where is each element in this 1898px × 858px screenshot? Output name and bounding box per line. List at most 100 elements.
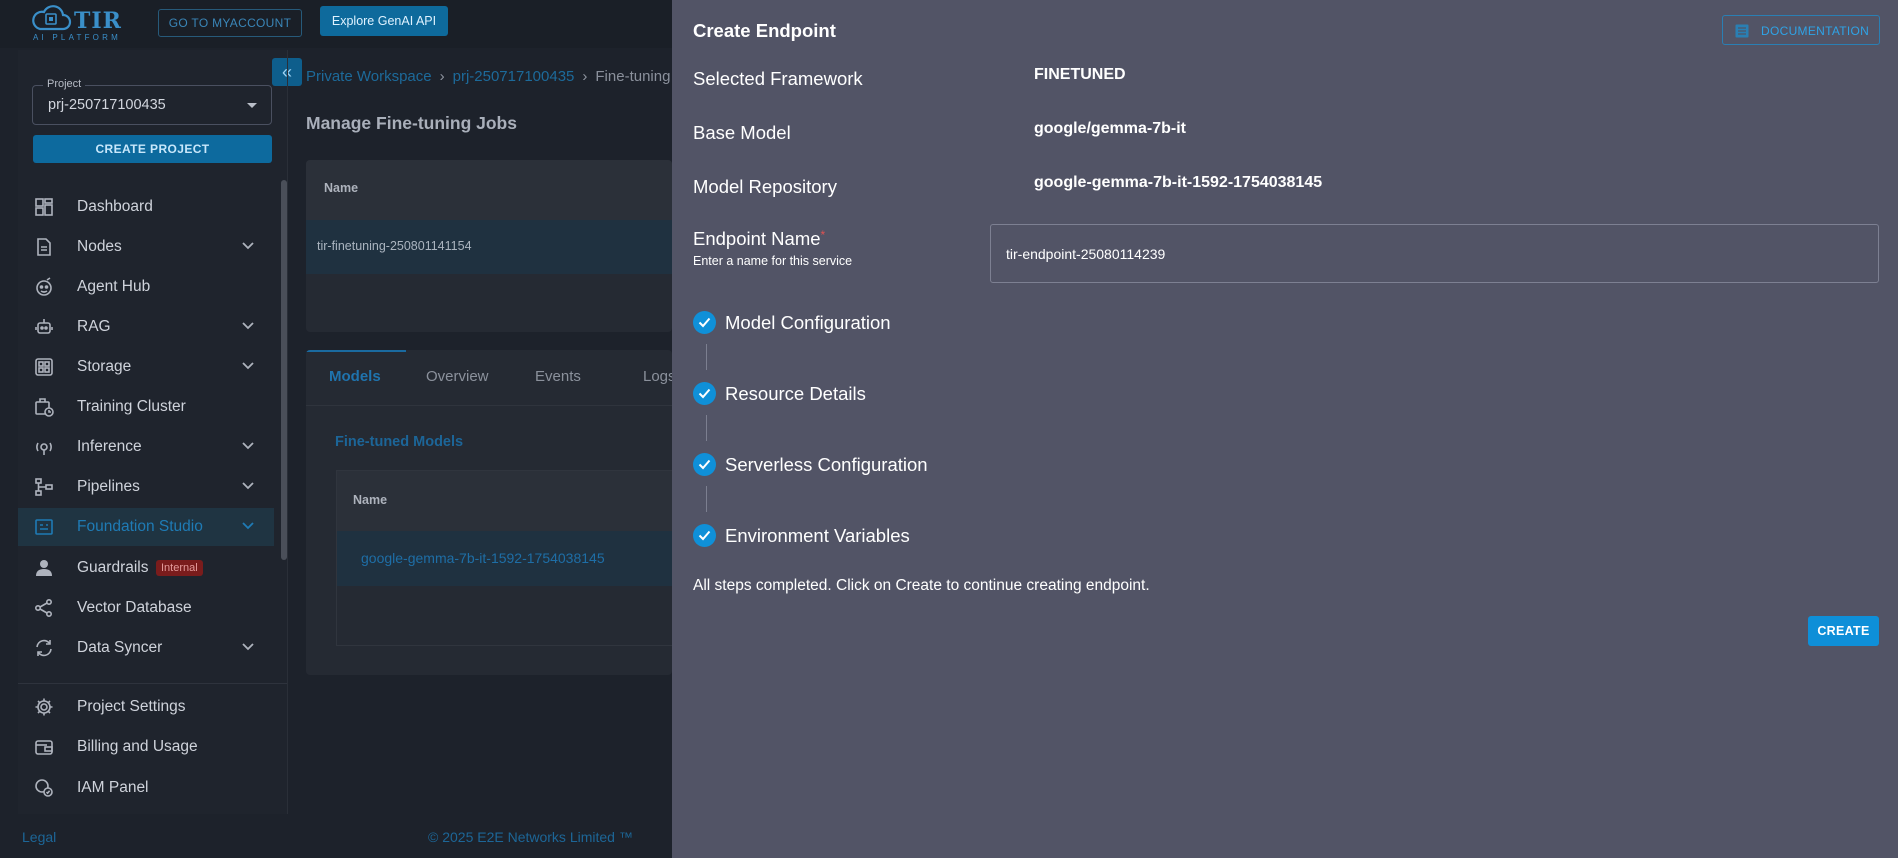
job-details-card: Models Overview Events Logs Fine-tuned M… [306,350,672,675]
breadcrumb-current: Fine-tuning [595,68,671,85]
breadcrumb-private-workspace[interactable]: Private Workspace [306,68,432,85]
sidebar-item-label: Storage [77,358,132,375]
column-header-name[interactable]: Name [353,493,387,507]
step-label: Model Configuration [725,312,891,333]
documentation-button[interactable]: DOCUMENTATION [1722,15,1880,45]
sidebar-item-label: IAM Panel [77,779,149,796]
billing-icon [35,740,53,755]
explore-genai-api-button[interactable]: Explore GenAI API [320,6,448,36]
rag-icon [35,319,53,334]
model-name-link[interactable]: google-gemma-7b-it-1592-1754038145 [361,550,605,566]
document-icon [1735,24,1749,38]
selected-framework-value: FINETUNED [1034,66,1126,83]
settings-icon [35,698,53,716]
project-select-label: Project [43,78,86,90]
step-complete-check-icon [693,382,716,405]
sidebar-item-label: Dashboard [77,198,153,215]
breadcrumb: Private Workspace › prj-250717100435 › Fine-… [306,68,670,85]
endpoint-name-input[interactable] [990,224,1879,283]
table-row[interactable]: google-gemma-7b-it-1592-1754038145 [337,531,672,586]
base-model-value: google/gemma-7b-it [1034,120,1187,137]
tab-models[interactable]: Models [329,368,381,385]
create-endpoint-drawer: Create Endpoint DOCUMENTATION Selected F… [672,0,1898,858]
sidebar-item-label: Foundation Studio [77,518,203,535]
tir-logo[interactable]: TIR AI PLATFORM [30,2,140,42]
completion-message: All steps completed. Click on Create to … [693,577,1150,594]
vector-database-icon [34,598,53,618]
sidebar-item-project-settings[interactable]: Project Settings [18,688,274,726]
step-label: Resource Details [725,383,866,404]
sidebar-item-pipelines[interactable]: Pipelines [18,468,274,506]
create-button[interactable]: CREATE [1808,616,1879,646]
sidebar-item-training-cluster[interactable]: Training Cluster [18,388,274,426]
project-select-value: prj-250717100435 [48,97,166,113]
step-connector [706,415,707,441]
sidebar-item-rag[interactable]: RAG [18,308,274,346]
active-tab-indicator [306,350,406,352]
fine-tuned-models-title: Fine-tuned Models [335,434,464,450]
tab-logs[interactable]: Logs [643,368,672,385]
copyright-text: © 2025 E2E Networks Limited ™ [428,829,633,845]
chevron-down-icon [242,322,254,330]
chevron-down-icon [242,362,254,370]
sidebar-item-billing-and-usage[interactable]: Billing and Usage [18,728,274,766]
sidebar-item-data-syncer[interactable]: Data Syncer [18,629,274,667]
sidebar-divider [18,683,288,684]
base-model-label: Base Model [693,122,791,143]
step-complete-check-icon [693,524,716,547]
step-complete-check-icon [693,311,716,334]
top-bar: TIR AI PLATFORM GO TO MYACCOUNT Explore … [0,0,672,48]
dashboard-icon [35,198,53,216]
sidebar-item-inference[interactable]: Inference [18,428,274,466]
table-row[interactable]: tir-finetuning-250801141154 [306,220,672,274]
agent-hub-icon [36,277,52,296]
go-to-myaccount-button[interactable]: GO TO MYACCOUNT [158,9,302,37]
project-select[interactable]: Project prj-250717100435 [32,78,272,125]
step-connector [706,486,707,512]
breadcrumb-separator: › [439,68,445,85]
main-divider [287,50,288,814]
sidebar-item-foundation-studio[interactable]: Foundation Studio [18,508,274,546]
step-label: Environment Variables [725,525,910,546]
column-header-name[interactable]: Name [324,181,358,195]
selected-framework-label: Selected Framework [693,68,863,89]
sidebar-item-iam-panel[interactable]: IAM Panel [18,769,274,807]
data-syncer-icon [36,639,52,657]
sidebar-item-storage[interactable]: Storage [18,348,274,386]
tab-events[interactable]: Events [535,368,581,385]
sidebar-item-label: Project Settings [77,698,186,715]
sidebar-item-vector-database[interactable]: Vector Database [18,589,274,627]
chevron-down-icon [242,242,254,250]
breadcrumb-project[interactable]: prj-250717100435 [453,68,575,85]
sidebar-item-label: Pipelines [77,478,140,495]
legal-link[interactable]: Legal [22,829,56,845]
tab-overview[interactable]: Overview [426,368,489,385]
table-header: Name [306,160,672,220]
sidebar-item-dashboard[interactable]: Dashboard [18,188,274,226]
step-label: Serverless Configuration [725,454,928,475]
models-table: Name google-gemma-7b-it-1592-1754038145 [336,470,672,646]
sidebar-item-label: Guardrails [77,559,149,576]
chevron-down-icon [242,442,254,450]
sidebar-item-guardrails[interactable]: Guardrails Internal [18,549,274,587]
create-project-button[interactable]: CREATE PROJECT [33,135,272,163]
sidebar-item-label: Billing and Usage [77,738,198,755]
chevron-down-icon [242,643,254,651]
breadcrumb-separator: › [582,68,588,85]
required-asterisk: * [820,228,826,242]
endpoint-name-label-text: Endpoint Name [693,228,821,249]
endpoint-name-hint: Enter a name for this service [693,254,853,268]
model-repository-value: google-gemma-7b-it-1592-1754038145 [1034,174,1323,191]
sidebar-item-nodes[interactable]: Nodes [18,228,274,266]
step-connector [706,344,707,370]
inference-icon [36,442,52,455]
sidebar-item-label: Nodes [77,238,122,255]
sidebar-item-label: Vector Database [77,599,192,616]
cloud-logo-icon [32,5,72,31]
nodes-icon [37,238,51,256]
chevron-down-icon [242,522,254,530]
model-repository-label: Model Repository [693,176,837,197]
sidebar-item-label: Inference [77,438,142,455]
tabs: Models Overview Events Logs [306,350,672,406]
sidebar-item-agent-hub[interactable]: Agent Hub [18,268,274,306]
